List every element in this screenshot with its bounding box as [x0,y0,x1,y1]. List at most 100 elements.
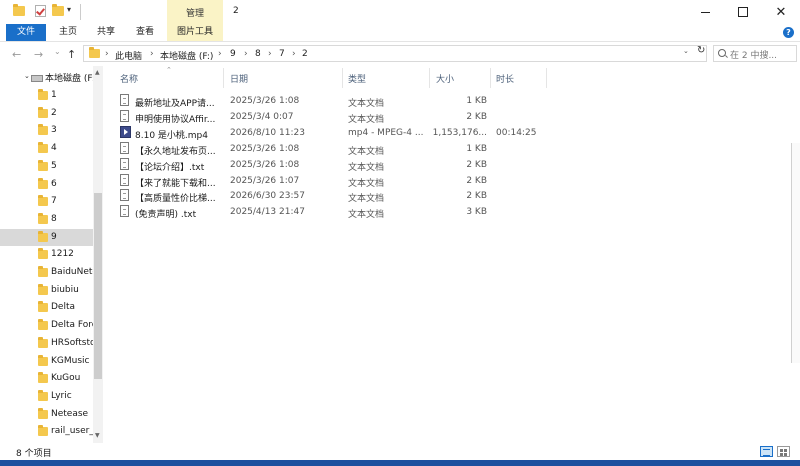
column-divider[interactable] [546,68,547,88]
sidebar-item-label: biubiu [51,284,79,295]
manage-label[interactable]: 管理 [167,6,223,19]
breadcrumb-separator: › [292,49,296,59]
sidebar-folder-item[interactable]: Lyric [0,388,94,405]
column-header-date[interactable]: 日期 [230,72,248,85]
column-header-size[interactable]: 大小 [436,72,454,85]
status-bar: 8 个项目 [0,443,800,460]
forward-button[interactable]: → [34,48,43,61]
column-divider[interactable] [342,68,343,88]
breadcrumb-9[interactable]: 9 [230,49,236,59]
file-row[interactable]: 申明使用协议Affir... 2025/3/4 0:07 文本文档 2 KB [106,109,546,125]
details-view-button[interactable] [760,446,773,457]
folder-icon [38,230,48,242]
file-row[interactable]: 【来了就能下载和... 2025/3/26 1:07 文本文档 2 KB [106,173,546,189]
refresh-icon[interactable]: ↻ [697,45,705,56]
file-row[interactable]: 8.10 是小桃.mp4 2026/8/10 11:23 mp4 - MPEG-4 … [106,125,546,141]
sidebar-folder-item[interactable]: rail_user_data [0,423,94,440]
sidebar-folder-item[interactable]: Delta Force [0,317,94,334]
column-divider[interactable] [490,68,491,88]
sidebar-folder-item[interactable]: 7 [0,193,94,210]
tab-file[interactable]: 文件 [6,24,46,41]
folder-icon [38,142,48,154]
file-name: 【高质量性价比梯... [135,194,216,205]
file-name: 【论坛介绍】.txt [135,162,205,173]
tab-share[interactable]: 共享 [90,24,122,41]
sidebar-folder-item[interactable]: KuGou [0,370,94,387]
search-input[interactable]: 在 2 中搜... [713,45,797,62]
address-input[interactable]: › 此电脑 › 本地磁盘 (F:) › 9 › 8 › 7 › 2 [83,45,707,62]
file-name: 【永久地址发布页... [135,146,216,157]
folder-icon [38,124,48,136]
close-button[interactable]: ✕ [762,0,800,24]
sidebar-folder-item[interactable]: HRSoftstore [0,335,94,352]
breadcrumb-this-pc[interactable]: 此电脑 [115,49,142,62]
scroll-down-icon[interactable]: ▼ [95,432,100,439]
breadcrumb-8[interactable]: 8 [255,49,261,59]
column-header-length[interactable]: 时长 [496,72,514,85]
up-button[interactable]: ↑ [67,48,76,61]
sidebar-folder-item[interactable]: 2 [0,105,94,122]
sidebar-folder-item[interactable]: 3 [0,122,94,139]
folder-icon [13,4,25,16]
recent-locations-icon[interactable]: ⌄ [54,47,61,56]
sidebar-folder-item[interactable]: biubiu [0,282,94,299]
file-length: 00:14:25 [496,127,537,138]
chevron-down-icon[interactable]: ⌄ [24,72,30,80]
file-date: 2026/6/30 23:57 [230,191,305,202]
tab-home[interactable]: 主页 [52,24,84,41]
quick-access-dropdown-icon[interactable]: ▾ [67,5,71,14]
sidebar-item-label: 1 [51,90,57,100]
column-divider[interactable] [223,68,224,88]
sidebar-folder-item[interactable]: 9 [0,228,94,246]
sidebar-folder-item[interactable]: 5 [0,158,94,175]
help-icon[interactable]: ? [783,27,794,38]
file-date: 2025/3/4 0:07 [230,111,294,122]
column-divider[interactable] [429,68,430,88]
close-icon: ✕ [775,4,787,20]
sidebar-item-label: 5 [51,160,57,171]
address-dropdown-icon[interactable]: ⌄ [683,47,689,55]
tab-view[interactable]: 查看 [129,24,161,41]
new-folder-icon[interactable] [52,4,64,16]
sidebar-folder-item[interactable]: BaiduNetdisk [0,264,94,281]
sidebar-folder-item[interactable]: KGMusic [0,353,94,370]
sidebar-folder-item[interactable]: Netease [0,406,94,423]
window-title: 2 [233,6,239,16]
sidebar-scrollbar-thumb[interactable] [94,193,102,379]
column-header-name[interactable]: 名称 [120,72,138,85]
back-button[interactable]: ← [12,48,21,61]
breadcrumb-2[interactable]: 2 [302,49,308,59]
maximize-button[interactable] [724,0,762,24]
sidebar-item-drive[interactable]: ⌄ 本地磁盘 (F:) [0,69,94,86]
large-icons-view-button[interactable] [777,446,790,457]
tab-picture-tools[interactable]: 图片工具 [167,24,223,41]
sidebar-folder-item[interactable]: 6 [0,176,94,193]
file-row[interactable]: 【论坛介绍】.txt 2025/3/26 1:08 文本文档 2 KB [106,157,546,173]
file-size: 2 KB [466,175,487,186]
file-row[interactable]: 【高质量性价比梯... 2026/6/30 23:57 文本文档 2 KB [106,188,546,204]
column-header-type[interactable]: 类型 [348,72,366,85]
sidebar-folder-item[interactable]: Delta [0,299,94,316]
ribbon-tabs: 文件 主页 共享 查看 图片工具 [0,24,800,42]
sidebar-folder-item[interactable]: 1212 [0,246,94,263]
scroll-up-icon[interactable]: ▲ [95,69,100,76]
minimize-button[interactable] [686,0,724,24]
sidebar-folder-item[interactable]: 8 [0,211,94,228]
file-row[interactable]: 最新地址及APP请... 2025/3/26 1:08 文本文档 1 KB [106,93,546,109]
sidebar-folder-item[interactable]: 4 [0,140,94,157]
taskbar [0,460,800,466]
breadcrumb-drive[interactable]: 本地磁盘 (F:) [160,49,213,62]
file-date: 2025/4/13 21:47 [230,207,305,218]
breadcrumb-7[interactable]: 7 [279,49,285,59]
sidebar-item-label: BaiduNetdisk [51,267,94,277]
folder-icon [38,336,48,348]
properties-icon[interactable] [35,5,46,17]
file-row[interactable]: 【永久地址发布页... 2025/3/26 1:08 文本文档 1 KB [106,141,546,157]
file-type: 文本文档 [348,210,385,221]
file-row[interactable]: (免责声明) .txt 2025/4/13 21:47 文本文档 3 KB [106,204,546,220]
file-name: 最新地址及APP请... [135,99,215,109]
title-bar: ▾ 管理 2 ✕ [0,0,800,24]
search-placeholder: 在 2 中搜... [730,51,778,61]
file-name: 8.10 是小桃.mp4 [135,130,208,141]
sidebar-folder-item[interactable]: 1 [0,87,94,104]
